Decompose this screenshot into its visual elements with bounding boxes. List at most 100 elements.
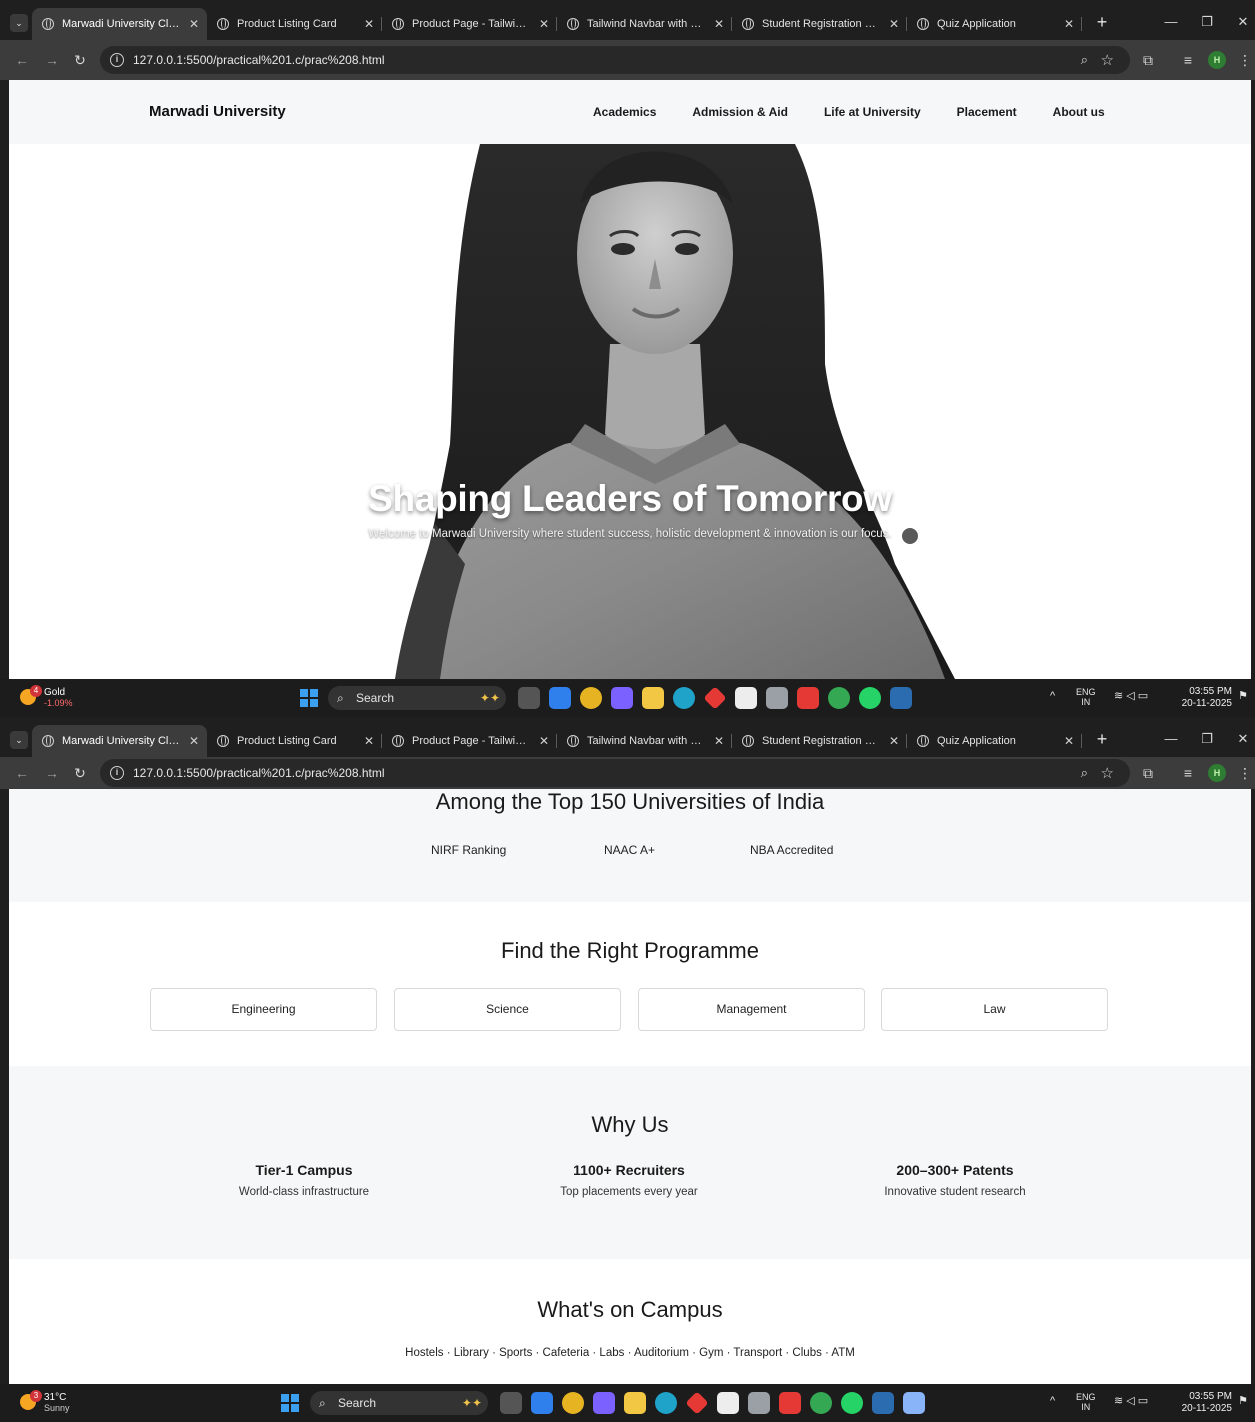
reading-list-icon[interactable]: ≡ bbox=[1178, 763, 1198, 783]
extensions-icon[interactable]: ⧉ bbox=[1138, 50, 1158, 70]
youtube-icon[interactable] bbox=[797, 687, 819, 709]
reload-icon[interactable]: ↻ bbox=[70, 50, 90, 70]
profile-avatar[interactable]: H bbox=[1208, 764, 1226, 782]
whatsapp-icon[interactable] bbox=[859, 687, 881, 709]
store-icon[interactable] bbox=[717, 1392, 739, 1414]
tab-marwadi-clone[interactable]: Marwadi University Clone ✕ bbox=[32, 8, 207, 40]
chrome-icon[interactable] bbox=[580, 687, 602, 709]
browser-menu-icon[interactable]: ⋮ bbox=[1238, 50, 1252, 70]
restore-icon[interactable]: ❐ bbox=[1192, 8, 1222, 36]
forward-icon[interactable]: → bbox=[42, 50, 62, 70]
tab-student-registration[interactable]: Student Registration Form ✕ bbox=[732, 725, 907, 757]
nav-link-about[interactable]: About us bbox=[1053, 80, 1105, 144]
nav-link-academics[interactable]: Academics bbox=[593, 80, 656, 144]
widgets-button[interactable]: 3 31°C Sunny bbox=[16, 1390, 86, 1416]
input-language[interactable]: ENG IN bbox=[1076, 1392, 1096, 1412]
tray-expand-icon[interactable]: ^ bbox=[1050, 691, 1055, 702]
address-bar[interactable]: i 127.0.0.1:5500/practical%201.c/prac%20… bbox=[100, 759, 1130, 787]
profile-avatar[interactable]: H bbox=[1208, 51, 1226, 69]
programme-card-management[interactable]: Management bbox=[638, 988, 865, 1031]
copilot-icon[interactable] bbox=[611, 687, 633, 709]
copilot-icon[interactable] bbox=[593, 1392, 615, 1414]
close-icon[interactable]: ✕ bbox=[189, 725, 199, 757]
word-icon[interactable] bbox=[890, 687, 912, 709]
vscode-icon[interactable] bbox=[549, 687, 571, 709]
bookmark-star-icon[interactable]: ☆ bbox=[1101, 764, 1114, 782]
programme-card-engineering[interactable]: Engineering bbox=[150, 988, 377, 1031]
back-icon[interactable]: ← bbox=[12, 50, 32, 70]
url-text[interactable]: 127.0.0.1:5500/practical%201.c/prac%208.… bbox=[133, 759, 385, 787]
taskbar-clock[interactable]: 03:55 PM 20-11-2025 bbox=[1162, 1391, 1232, 1415]
address-bar[interactable]: i 127.0.0.1:5500/practical%201.c/prac%20… bbox=[100, 46, 1130, 74]
vscode-icon[interactable] bbox=[531, 1392, 553, 1414]
file-explorer-icon[interactable] bbox=[624, 1392, 646, 1414]
new-tab-button[interactable]: + bbox=[1091, 725, 1113, 753]
word-icon[interactable] bbox=[872, 1392, 894, 1414]
url-text[interactable]: 127.0.0.1:5500/practical%201.c/prac%208.… bbox=[133, 46, 385, 74]
tab-quiz-application[interactable]: Quiz Application ✕ bbox=[907, 725, 1082, 757]
window-close-icon[interactable]: ✕ bbox=[1228, 8, 1255, 36]
browser-menu-icon[interactable]: ⋮ bbox=[1238, 763, 1252, 783]
task-view-icon[interactable] bbox=[518, 687, 540, 709]
close-icon[interactable]: ✕ bbox=[714, 8, 724, 40]
new-tab-button[interactable]: + bbox=[1091, 8, 1113, 36]
reading-list-icon[interactable]: ≡ bbox=[1178, 50, 1198, 70]
nav-link-life[interactable]: Life at University bbox=[824, 80, 921, 144]
wifi-icon[interactable]: ≋ ◁ ▭ bbox=[1114, 1396, 1148, 1407]
minimize-icon[interactable]: — bbox=[1156, 725, 1186, 753]
zoom-icon[interactable]: ⌕ bbox=[1081, 52, 1088, 68]
site-info-icon[interactable]: i bbox=[110, 53, 124, 67]
input-language[interactable]: ENG IN bbox=[1076, 687, 1096, 707]
tab-product-page[interactable]: Product Page - Tailwind CSS ✕ bbox=[382, 8, 557, 40]
edge-icon[interactable] bbox=[655, 1392, 677, 1414]
close-icon[interactable]: ✕ bbox=[714, 725, 724, 757]
site-info-icon[interactable]: i bbox=[110, 766, 124, 780]
app-diamond-icon[interactable] bbox=[703, 686, 727, 710]
chrome-profile-icon[interactable] bbox=[810, 1392, 832, 1414]
notepad-icon[interactable] bbox=[903, 1392, 925, 1414]
tab-search-menu-icon[interactable]: ⌄ bbox=[10, 731, 28, 749]
close-icon[interactable]: ✕ bbox=[889, 725, 899, 757]
windows-start-icon[interactable] bbox=[300, 689, 318, 707]
tab-tailwind-navbar[interactable]: Tailwind Navbar with Dropdown ✕ bbox=[557, 725, 732, 757]
file-explorer-icon[interactable] bbox=[642, 687, 664, 709]
reload-icon[interactable]: ↻ bbox=[70, 763, 90, 783]
nav-link-admission[interactable]: Admission & Aid bbox=[692, 80, 788, 144]
windows-start-icon[interactable] bbox=[281, 1394, 299, 1412]
close-icon[interactable]: ✕ bbox=[539, 725, 549, 757]
chrome-profile-icon[interactable] bbox=[828, 687, 850, 709]
programme-card-law[interactable]: Law bbox=[881, 988, 1108, 1031]
tab-product-page[interactable]: Product Page - Tailwind CSS ✕ bbox=[382, 725, 557, 757]
forward-icon[interactable]: → bbox=[42, 763, 62, 783]
nav-link-placement[interactable]: Placement bbox=[957, 80, 1017, 144]
programme-card-science[interactable]: Science bbox=[394, 988, 621, 1031]
close-icon[interactable]: ✕ bbox=[1064, 725, 1074, 757]
minimize-icon[interactable]: — bbox=[1156, 8, 1186, 36]
tab-quiz-application[interactable]: Quiz Application ✕ bbox=[907, 8, 1082, 40]
store-icon[interactable] bbox=[735, 687, 757, 709]
tab-marwadi-clone[interactable]: Marwadi University Clone ✕ bbox=[32, 725, 207, 757]
close-icon[interactable]: ✕ bbox=[1064, 8, 1074, 40]
tab-tailwind-navbar[interactable]: Tailwind Navbar with Dropdown ✕ bbox=[557, 8, 732, 40]
app-diamond-icon[interactable] bbox=[685, 1391, 709, 1415]
photos-icon[interactable] bbox=[766, 687, 788, 709]
notifications-icon[interactable]: ⚑ bbox=[1238, 691, 1248, 702]
close-icon[interactable]: ✕ bbox=[539, 8, 549, 40]
photos-icon[interactable] bbox=[748, 1392, 770, 1414]
tab-student-registration[interactable]: Student Registration Form ✕ bbox=[732, 8, 907, 40]
window-close-icon[interactable]: ✕ bbox=[1228, 725, 1255, 753]
notifications-icon[interactable]: ⚑ bbox=[1238, 1396, 1248, 1407]
tab-search-menu-icon[interactable]: ⌄ bbox=[10, 14, 28, 32]
taskbar-clock[interactable]: 03:55 PM 20-11-2025 bbox=[1162, 686, 1232, 710]
widgets-button[interactable]: 4 Gold -1.09% bbox=[16, 685, 86, 711]
tray-expand-icon[interactable]: ^ bbox=[1050, 1396, 1055, 1407]
restore-icon[interactable]: ❐ bbox=[1192, 725, 1222, 753]
close-icon[interactable]: ✕ bbox=[364, 8, 374, 40]
youtube-icon[interactable] bbox=[779, 1392, 801, 1414]
back-icon[interactable]: ← bbox=[12, 763, 32, 783]
extensions-icon[interactable]: ⧉ bbox=[1138, 763, 1158, 783]
close-icon[interactable]: ✕ bbox=[364, 725, 374, 757]
wifi-icon[interactable]: ≋ ◁ ▭ bbox=[1114, 691, 1148, 702]
chrome-icon[interactable] bbox=[562, 1392, 584, 1414]
site-brand[interactable]: Marwadi University bbox=[149, 80, 286, 144]
